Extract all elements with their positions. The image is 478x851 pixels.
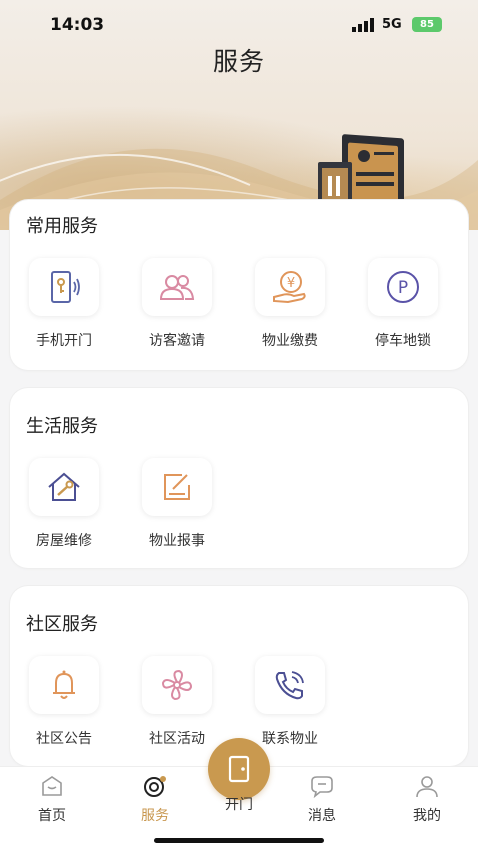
phone-door-icon [29,258,99,316]
network-label: 5G [382,17,402,32]
service-label: 物业缴费 [262,333,318,349]
svg-text:¥: ¥ [287,276,295,291]
house-repair-icon [29,458,99,516]
phone-call-icon [255,656,325,714]
home-indicator [154,838,324,843]
profile-icon [416,776,438,798]
header-banner: 14:03 5G 85 服务 [0,0,478,230]
visitor-users-icon [142,258,212,316]
svg-text:P: P [398,278,408,298]
tab-label: 服务 [141,808,169,824]
service-visitor-invite[interactable]: 访客邀请 [127,258,227,350]
fan-activity-icon [142,656,212,714]
door-icon [228,755,250,783]
service-parking-lock[interactable]: P 停车地锁 [353,258,453,350]
status-time: 14:03 [50,15,105,35]
section-title: 生活服务 [26,416,98,437]
tab-profile[interactable]: 我的 [392,773,462,825]
service-contact-property[interactable]: 联系物业 [240,656,340,748]
service-property-fee[interactable]: ¥ 物业缴费 [240,258,340,350]
signal-icon [352,18,374,32]
service-label: 房屋维修 [36,533,92,549]
service-community-activity[interactable]: 社区活动 [127,656,227,748]
battery-icon: 85 [412,17,442,32]
service-property-report[interactable]: 物业报事 [127,458,227,550]
battery-level: 85 [420,19,434,30]
section-title: 社区服务 [26,614,98,635]
message-icon [311,776,333,799]
parking-icon: P [368,258,438,316]
service-label: 社区活动 [149,731,205,747]
service-house-repair[interactable]: 房屋维修 [14,458,114,550]
service-label: 停车地锁 [375,333,431,349]
open-door-button[interactable] [208,738,270,800]
tab-service[interactable]: 服务 [120,773,190,825]
page-title: 服务 [212,47,265,76]
home-icon [42,776,62,796]
tab-label: 我的 [413,808,441,824]
section-life-services: 生活服务 房屋维修 物业报事 [10,388,468,568]
edit-report-icon [142,458,212,516]
service-label: 手机开门 [36,333,92,349]
tab-home[interactable]: 首页 [17,773,87,825]
service-community-notice[interactable]: 社区公告 [14,656,114,748]
service-label: 物业报事 [149,533,205,549]
service-label: 社区公告 [36,731,92,747]
tab-label: 消息 [308,808,336,824]
service-phone-unlock[interactable]: 手机开门 [14,258,114,350]
service-icon [144,776,166,797]
section-common-services: 常用服务 手机开门 访客邀请 ¥ 物业缴费 P 停车地锁 [10,200,468,370]
service-label: 访客邀请 [149,333,205,349]
section-title: 常用服务 [26,216,98,237]
tab-label: 首页 [38,808,66,824]
tab-message[interactable]: 消息 [287,773,357,825]
bell-icon [29,656,99,714]
yen-payment-icon: ¥ [255,258,325,316]
tab-open-door-label: 开门 [225,797,253,813]
